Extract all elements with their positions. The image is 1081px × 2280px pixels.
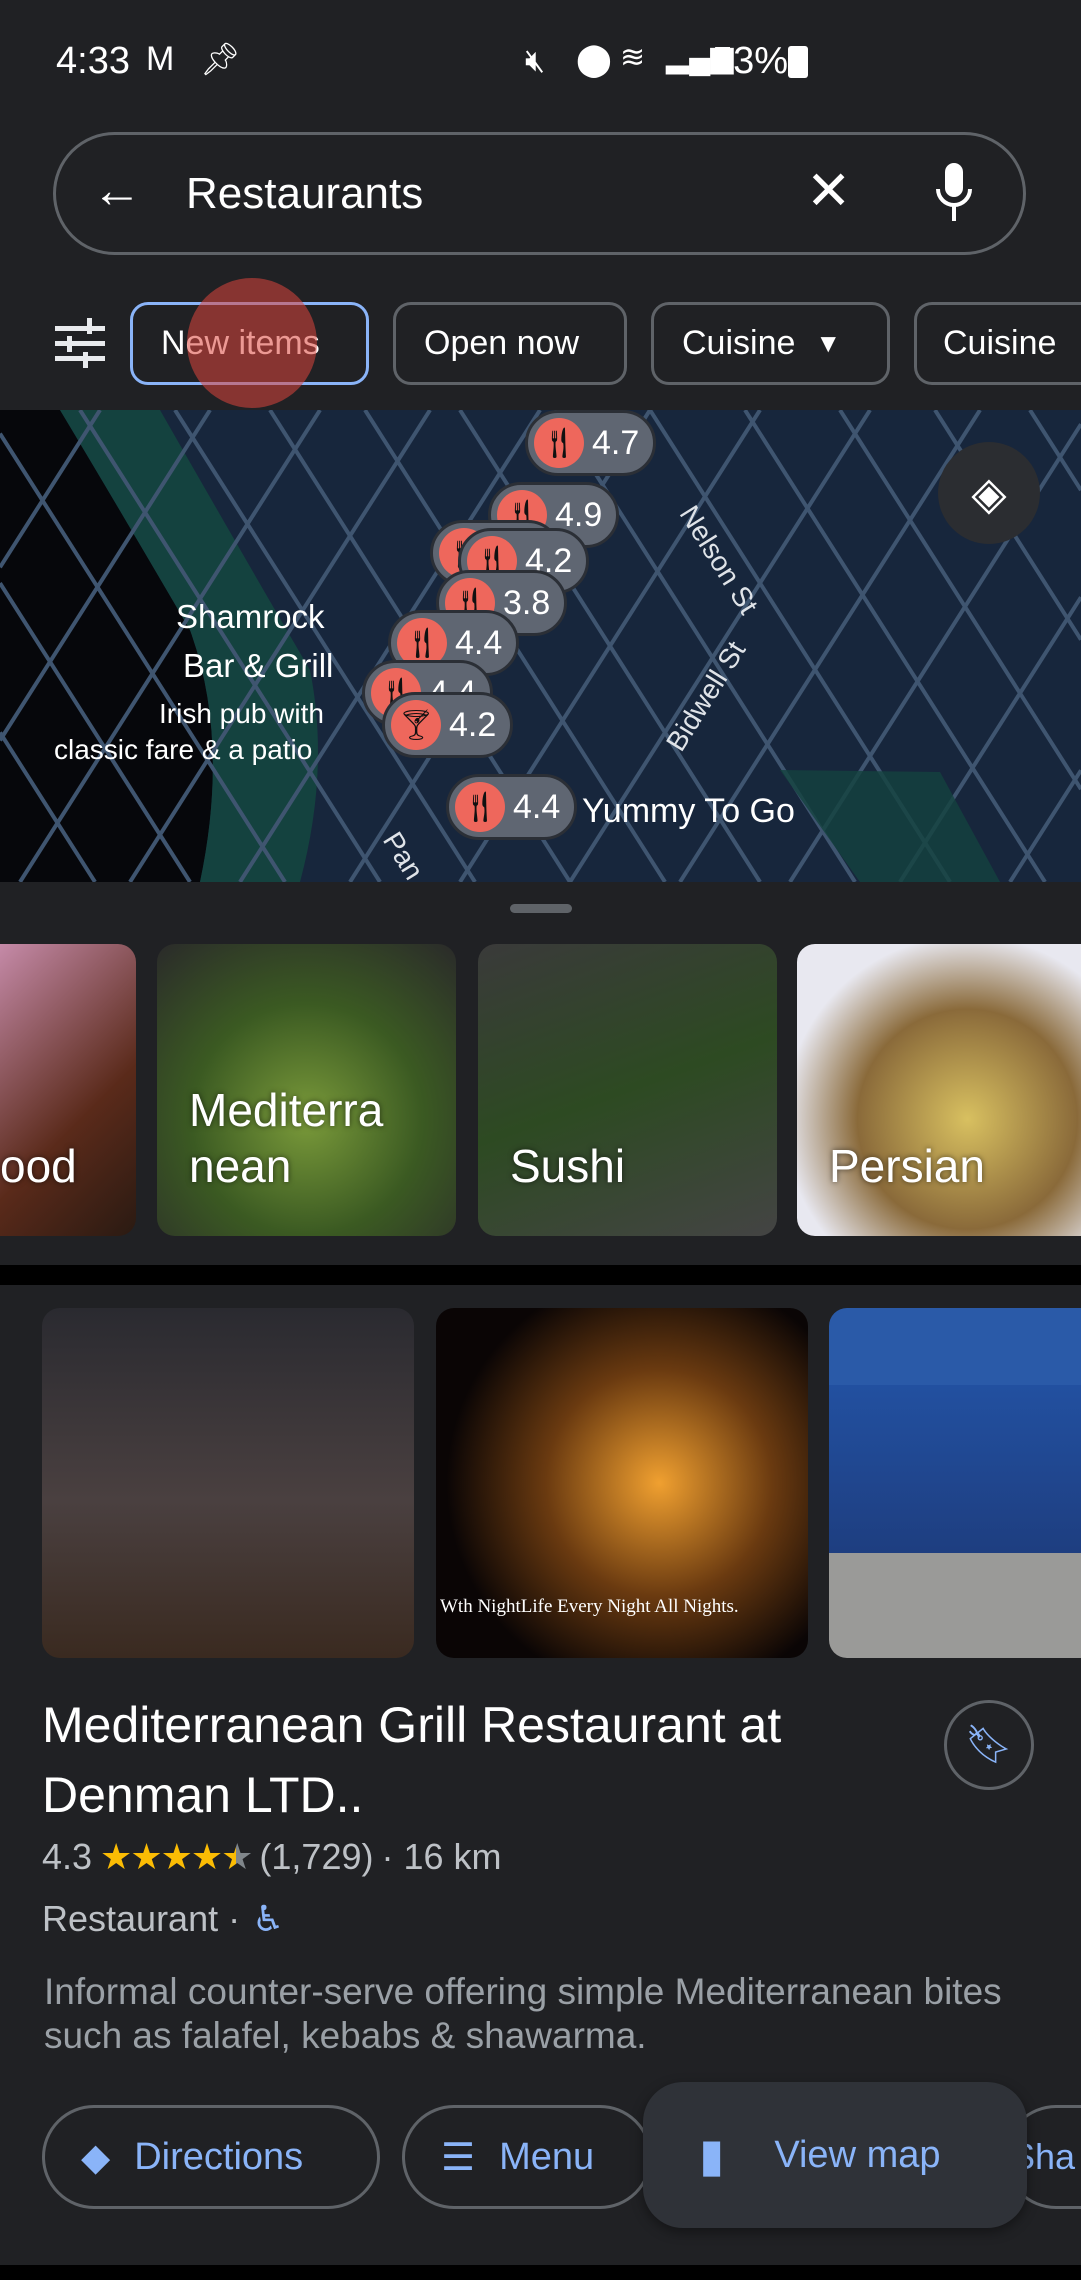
pin-rating: 4.7 — [592, 423, 640, 462]
bar-icon: 🍸︎ — [391, 700, 441, 750]
place-desc: Irish pub with — [159, 698, 324, 729]
battery-icon — [788, 46, 808, 78]
rating-value: 4.3 — [42, 1836, 93, 1877]
chip-label: Cuisine — [943, 324, 1057, 362]
clear-icon[interactable]: ✕ — [806, 159, 851, 222]
layers-icon: ◈ — [971, 467, 1007, 519]
battery-level: 53% — [712, 40, 789, 82]
search-input[interactable]: Restaurants — [186, 169, 423, 219]
category-card[interactable]: Sushi — [478, 944, 777, 1236]
category-label: ood — [0, 1140, 77, 1192]
map-icon: ▮ — [699, 2129, 725, 2181]
location-icon: ⬤ — [576, 41, 612, 77]
save-button[interactable]: 🔖︎ — [944, 1700, 1034, 1790]
wifi-icon: ≋ — [620, 41, 646, 74]
back-arrow-icon[interactable]: ← — [92, 161, 142, 219]
place-label[interactable]: Shamrock — [176, 598, 325, 636]
directions-button[interactable]: ◆ Directions — [42, 2105, 380, 2209]
wheelchair-icon: ♿︎ — [252, 1898, 285, 1939]
result-title[interactable]: Mediterranean Grill Restaurant at Denman… — [42, 1690, 922, 1830]
chip-open-now[interactable]: Open now — [393, 302, 627, 385]
photo-caption: Wth NightLife Every Night All Nights. — [440, 1596, 739, 1617]
layers-button[interactable]: ◈ — [938, 442, 1040, 544]
star-rating-icon: ★★★★★ — [100, 1836, 253, 1877]
category-row: Restaurant · ♿︎ — [42, 1898, 284, 1940]
pin-rating: 3.8 — [503, 583, 551, 622]
photo[interactable]: Wth NightLife Every Night All Nights. — [436, 1308, 808, 1658]
chip-label: Open now — [424, 324, 579, 362]
mute-icon: 🔇︎ — [525, 42, 546, 78]
button-label: Menu — [499, 2135, 595, 2178]
mic-icon[interactable] — [934, 163, 974, 225]
result-description: Informal counter-serve offering simple M… — [44, 1971, 1002, 2056]
map-pin[interactable]: 🍴︎4.4 — [446, 774, 578, 840]
touch-indicator — [187, 278, 317, 408]
restaurant-icon: 🍴︎ — [534, 418, 584, 468]
filter-icon[interactable] — [55, 318, 105, 368]
place-label[interactable]: Bar & Grill — [183, 647, 333, 685]
category-label: Mediterra nean — [189, 1084, 384, 1192]
pin-rating: 4.2 — [449, 705, 497, 744]
place-label[interactable]: Yummy To Go — [582, 792, 795, 831]
pin-icon: 📌︎ — [200, 41, 241, 77]
button-label: Directions — [134, 2135, 304, 2178]
map[interactable]: Shamrock Bar & Grill Irish pub with clas… — [0, 410, 1081, 885]
photo[interactable] — [42, 1308, 414, 1658]
pin-rating: 4.4 — [455, 623, 503, 662]
menu-icon: ☰ — [441, 2136, 476, 2179]
search-bar[interactable]: ← Restaurants ✕ — [53, 132, 1026, 255]
distance: · 16 km — [381, 1836, 502, 1877]
category-label: Sushi — [510, 1140, 626, 1192]
pin-rating: 4.4 — [513, 787, 561, 826]
place-desc: classic fare & a patio — [54, 734, 313, 765]
chip-cuisine-2[interactable]: Cuisine — [914, 302, 1081, 385]
chip-label: Cuisine — [682, 324, 796, 362]
photo[interactable] — [829, 1308, 1081, 1658]
chip-cuisine[interactable]: Cuisine ▼ — [651, 302, 890, 385]
rating-row: 4.3 ★★★★★ (1,729) · 16 km — [42, 1836, 502, 1878]
button-label: View map — [774, 2133, 941, 2176]
view-map-button[interactable]: ▮ View map — [643, 2082, 1027, 2228]
clock: 4:33 — [56, 40, 130, 82]
place-type: Restaurant · — [42, 1898, 241, 1939]
directions-icon: ◆ — [81, 2136, 111, 2179]
map-pin[interactable]: 🍴︎ 4.7 — [525, 410, 657, 476]
drag-handle[interactable] — [510, 904, 572, 913]
divider — [0, 2265, 1081, 2280]
review-count[interactable]: (1,729) — [259, 1836, 373, 1878]
menu-button[interactable]: ☰ Menu — [402, 2105, 652, 2209]
dropdown-icon: ▼ — [815, 328, 842, 358]
category-label: Persian — [829, 1140, 985, 1192]
divider — [0, 1265, 1081, 1285]
category-card[interactable]: ood — [0, 944, 136, 1236]
bookmark-icon: 🔖︎ — [964, 1724, 1014, 1766]
category-card[interactable]: Persian — [797, 944, 1081, 1236]
status-bar: 4:33 M 📌︎ 🔇︎ ⬤ ≋ ▂▄▆ 53% — [0, 40, 1081, 90]
category-card[interactable]: Mediterra nean — [157, 944, 456, 1236]
restaurant-icon: 🍴︎ — [455, 782, 505, 832]
map-pin[interactable]: 🍸︎ 4.2 — [382, 692, 514, 758]
gmail-icon: M — [146, 40, 175, 78]
